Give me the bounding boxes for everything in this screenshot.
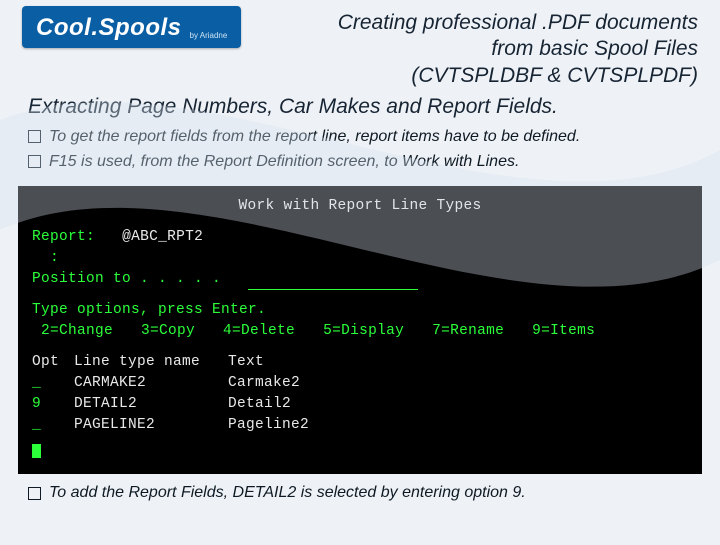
cursor-icon [32, 444, 41, 458]
slide-title: Creating professional .PDF documents fro… [338, 6, 698, 89]
slide-subtitle: Extracting Page Numbers, Car Makes and R… [0, 89, 720, 119]
opt-field[interactable]: _ [32, 373, 70, 394]
instructions: Type options, press Enter. [32, 300, 688, 321]
bullet-box-icon [28, 155, 41, 168]
bullet-item: F15 is used, from the Report Definition … [28, 152, 698, 173]
position-to-input[interactable] [248, 275, 418, 291]
table-row: _ CARMAKE2 Carmake2 [32, 373, 688, 394]
brand-logo: Cool.Spools by Ariadne [22, 6, 241, 48]
terminal-screen: Work with Report Line Types Report: @ABC… [18, 186, 702, 473]
table-row: 9 DETAIL2 Detail2 [32, 394, 688, 415]
bullet-item: To get the report fields from the report… [28, 127, 698, 148]
table-row: _ PAGELINE2 Pageline2 [32, 415, 688, 436]
position-to-label: Position to . . . . . [32, 271, 221, 287]
opt-field[interactable]: 9 [32, 394, 70, 415]
column-headers: Opt Line type name Text [32, 352, 688, 373]
bullet-list: To get the report fields from the report… [0, 119, 720, 183]
bullet-box-icon [28, 487, 41, 500]
footer-bullet: To add the Report Fields, DETAIL2 is sel… [0, 480, 720, 502]
report-value: @ABC_RPT2 [122, 229, 203, 245]
opt-field[interactable]: _ [32, 415, 70, 436]
terminal-title: Work with Report Line Types [32, 196, 688, 217]
bullet-box-icon [28, 130, 41, 143]
option-legend: 2=Change 3=Copy 4=Delete 5=Display 7=Ren… [32, 321, 688, 342]
report-label: Report: [32, 229, 95, 245]
